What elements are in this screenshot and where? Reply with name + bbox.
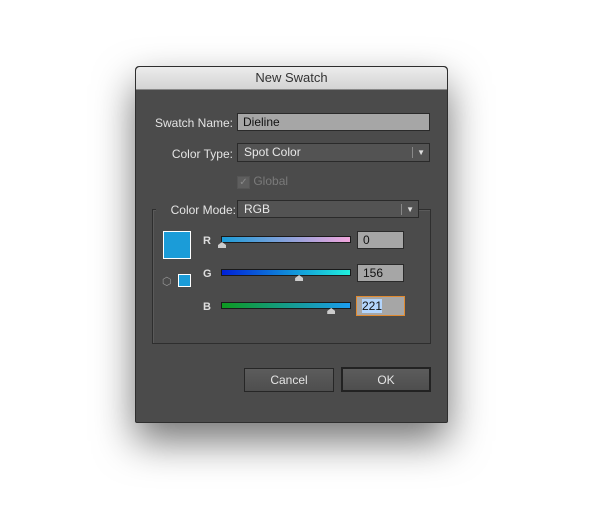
checkmark-icon: ✓ — [237, 176, 250, 189]
b-input-value: 221 — [362, 299, 383, 313]
web-safe-swatch[interactable] — [178, 274, 191, 287]
color-type-label: Color Type: — [171, 147, 233, 161]
b-slider[interactable] — [221, 302, 351, 309]
g-slider[interactable] — [221, 269, 351, 276]
new-swatch-dialog: New Swatch Swatch Name: Dieline Color Ty… — [135, 66, 448, 423]
b-label: B — [203, 301, 211, 313]
color-preview-swatch — [163, 231, 191, 259]
swatch-name-label: Swatch Name: — [154, 116, 233, 130]
swatch-name-input[interactable]: Dieline — [237, 113, 430, 131]
chevron-down-icon: ▼ — [417, 148, 425, 157]
g-input[interactable]: 156 — [357, 264, 404, 282]
g-label: G — [203, 268, 212, 280]
r-label: R — [203, 235, 211, 247]
dialog-title: New Swatch — [136, 67, 447, 90]
cube-icon[interactable]: ⬡ — [162, 275, 172, 288]
r-input[interactable]: 0 — [357, 231, 404, 249]
ok-button[interactable]: OK — [341, 367, 431, 392]
global-checkbox[interactable]: ✓ Global — [237, 174, 288, 189]
color-mode-label: Color Mode: — [156, 203, 238, 217]
color-mode-dropdown[interactable]: RGB ▼ — [237, 200, 419, 218]
b-input[interactable]: 221 — [356, 296, 405, 316]
color-type-value: Spot Color — [244, 145, 301, 159]
cancel-button[interactable]: Cancel — [244, 368, 334, 392]
color-type-dropdown[interactable]: Spot Color ▼ — [237, 143, 430, 162]
r-slider[interactable] — [221, 236, 351, 243]
chevron-down-icon: ▼ — [406, 205, 414, 214]
global-label: Global — [253, 174, 289, 188]
color-mode-value: RGB — [244, 202, 271, 216]
